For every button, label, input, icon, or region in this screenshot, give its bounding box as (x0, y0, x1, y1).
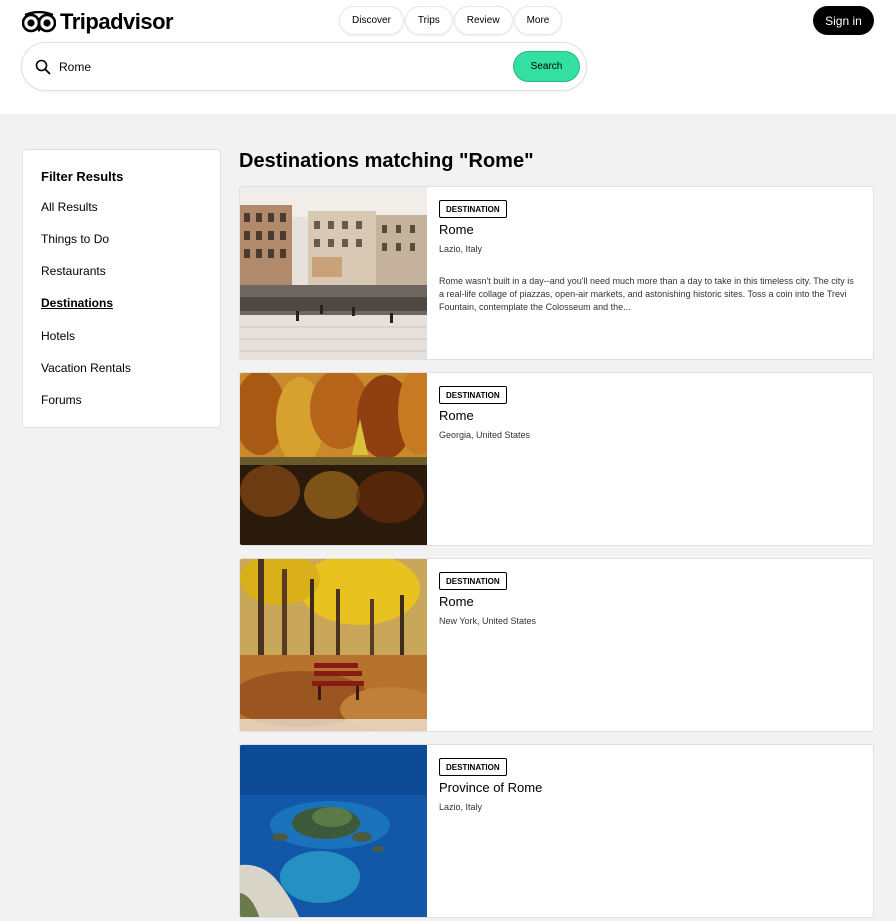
search-button[interactable]: Search (513, 51, 580, 82)
island-sea-photo[interactable] (240, 745, 427, 917)
card-title[interactable]: Rome (439, 594, 474, 609)
search-icon (35, 59, 51, 75)
card-location: Lazio, Italy (439, 244, 483, 254)
autumn-bench-photo[interactable] (240, 559, 427, 731)
card-location: Lazio, Italy (439, 802, 483, 812)
destination-badge: DESTINATION (439, 758, 507, 776)
results-heading: Destinations matching "Rome" (239, 150, 534, 172)
filter-title: Filter Results (41, 169, 124, 184)
filter-destinations[interactable]: Destinations (41, 296, 113, 310)
result-card[interactable]: DESTINATION Rome Georgia, United States (239, 372, 874, 546)
filter-vacation-rentals[interactable]: Vacation Rentals (41, 361, 131, 375)
brand-name: Tripadvisor (60, 9, 174, 34)
card-title[interactable]: Province of Rome (439, 780, 542, 795)
nav-review-button[interactable]: Review (454, 7, 512, 34)
filter-hotels[interactable]: Hotels (41, 329, 75, 343)
result-card[interactable]: DESTINATION Rome Lazio, Italy Rome wasn'… (239, 186, 874, 360)
nav-more-button[interactable]: More (514, 7, 562, 34)
destination-badge: DESTINATION (439, 386, 507, 404)
destination-badge: DESTINATION (439, 572, 507, 590)
top-header: Tripadvisor Discover Trips Review More S… (0, 0, 896, 114)
tripadvisor-logo[interactable]: Tripadvisor (22, 9, 174, 35)
filter-all-results[interactable]: All Results (41, 200, 98, 214)
card-location: Georgia, United States (439, 430, 531, 440)
nav-discover-button[interactable]: Discover (340, 7, 403, 34)
spanish-steps-photo[interactable] (240, 187, 427, 359)
search-bar: Search (22, 43, 586, 90)
owl-logo-icon (22, 11, 56, 33)
filter-things-to-do[interactable]: Things to Do (41, 232, 109, 246)
filter-forums[interactable]: Forums (41, 393, 82, 407)
nav-trips-button[interactable]: Trips (405, 7, 452, 34)
search-input[interactable] (59, 55, 519, 79)
card-title[interactable]: Rome (439, 408, 474, 423)
destination-badge: DESTINATION (439, 200, 507, 218)
card-location: New York, United States (439, 616, 537, 626)
main-nav: Discover Trips Review More (340, 7, 562, 34)
card-description: Rome wasn't built in a day--and you'll n… (439, 276, 854, 312)
result-card[interactable]: DESTINATION Province of Rome Lazio, Ital… (239, 744, 874, 918)
sign-in-button[interactable]: Sign in (813, 6, 874, 35)
filter-panel: Filter Results All Results Things to Do … (22, 149, 221, 428)
card-title[interactable]: Rome (439, 222, 474, 237)
result-card[interactable]: DESTINATION Rome New York, United States (239, 558, 874, 732)
filter-restaurants[interactable]: Restaurants (41, 264, 106, 278)
autumn-lake-photo[interactable] (240, 373, 427, 545)
